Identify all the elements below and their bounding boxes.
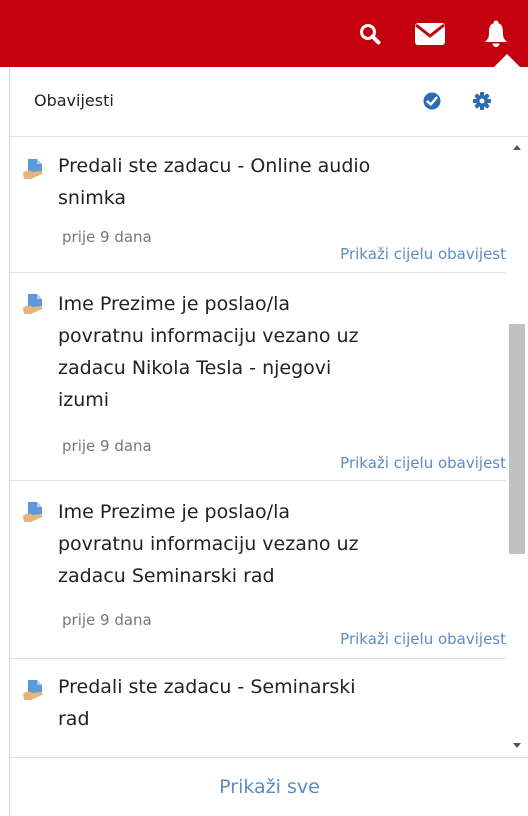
- assignment-icon: [23, 502, 43, 522]
- view-full-notification-link[interactable]: Prikaži cijelu obavijest: [340, 630, 506, 648]
- assignment-icon: [23, 294, 43, 314]
- notifications-popover: Obavijesti Predali ste zadacu - Online a…: [9, 67, 528, 816]
- message-line: povratnu informaciju vezano uz: [58, 325, 359, 347]
- notification-time: prije 9 dana: [62, 228, 152, 246]
- notification-time: prije 9 dana: [62, 611, 152, 629]
- mark-all-read-icon[interactable]: [422, 91, 442, 111]
- assignment-icon: [23, 159, 43, 179]
- settings-gear-icon[interactable]: [472, 91, 492, 111]
- assignment-icon: [23, 680, 43, 700]
- scrollbar-thumb[interactable]: [509, 324, 525, 554]
- message-line: Ime Prezime je poslao/la: [58, 501, 290, 523]
- message-line: Predali ste zadacu - Online audio: [58, 155, 371, 177]
- notification-item[interactable]: Predali ste zadacu - Online audio snimka…: [10, 138, 506, 273]
- notification-message: Predali ste zadacu - Seminarski rad: [58, 671, 408, 735]
- notification-item[interactable]: Ime Prezime je poslao/la povratnu inform…: [10, 273, 506, 481]
- popover-header: Obavijesti: [10, 67, 528, 137]
- notification-time: prije 9 dana: [62, 437, 152, 455]
- notification-item[interactable]: Ime Prezime je poslao/la povratnu inform…: [10, 481, 506, 659]
- popover-footer: Prikaži sve: [10, 757, 528, 816]
- scrollbar[interactable]: [506, 138, 528, 757]
- message-line: povratnu informaciju vezano uz: [58, 533, 359, 555]
- message-line: Predali ste zadacu - Seminarski: [58, 676, 356, 698]
- message-line: zadacu Seminarski rad: [58, 565, 275, 587]
- notification-list[interactable]: Predali ste zadacu - Online audio snimka…: [10, 138, 528, 757]
- top-navbar: [0, 0, 528, 67]
- notification-message: Ime Prezime je poslao/la povratnu inform…: [58, 496, 408, 592]
- message-line: rad: [58, 708, 90, 730]
- envelope-icon[interactable]: [410, 0, 450, 67]
- search-icon[interactable]: [354, 0, 386, 67]
- view-full-notification-link[interactable]: Prikaži cijelu obavijest: [340, 454, 506, 472]
- popover-caret: [494, 54, 520, 67]
- notification-message: Ime Prezime je poslao/la povratnu inform…: [58, 288, 408, 416]
- scroll-down-arrow-icon[interactable]: [513, 743, 521, 748]
- popover-title: Obavijesti: [34, 91, 114, 110]
- show-all-link[interactable]: Prikaži sve: [219, 776, 320, 798]
- message-line: izumi: [58, 389, 110, 411]
- view-full-notification-link[interactable]: Prikaži cijelu obavijest: [340, 245, 506, 263]
- message-line: snimka: [58, 187, 127, 209]
- message-line: zadacu Nikola Tesla - njegovi: [58, 357, 332, 379]
- scroll-up-arrow-icon[interactable]: [513, 145, 521, 150]
- message-line: Ime Prezime je poslao/la: [58, 293, 290, 315]
- notification-item[interactable]: Predali ste zadacu - Seminarski rad: [10, 659, 506, 757]
- notification-message: Predali ste zadacu - Online audio snimka: [58, 150, 408, 214]
